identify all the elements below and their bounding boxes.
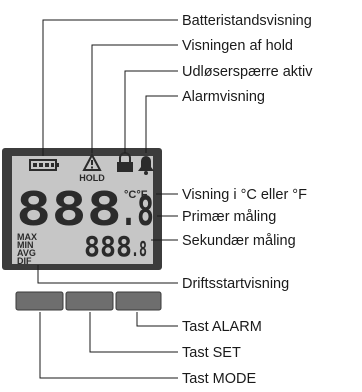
secondary-reading-decimal: .8 — [131, 237, 147, 261]
label-key-set: Tast SET — [182, 345, 241, 361]
label-alarm: Alarmvisning — [182, 89, 265, 105]
label-battery: Batteristandsvisning — [182, 13, 312, 29]
primary-reading-decimal: .8 — [120, 189, 154, 235]
label-trigger-lock: Udløserspærre aktiv — [182, 64, 313, 80]
mode-key[interactable] — [15, 291, 64, 311]
label-secondary: Sekundær måling — [182, 233, 296, 249]
label-unit: Visning i °C eller °F — [182, 187, 307, 203]
label-key-mode: Tast MODE — [182, 371, 256, 387]
set-key[interactable] — [65, 291, 114, 311]
label-mode: Driftsstartvisning — [182, 276, 289, 292]
secondary-reading-digits: 888 — [84, 230, 132, 263]
label-key-alarm: Tast ALARM — [182, 319, 262, 335]
label-hold: Visningen af hold — [182, 38, 293, 54]
thermometer-display-diagram: HOLD °C°F 888 .8 MAX MIN AVG DIF 888 .8 — [2, 13, 313, 387]
primary-reading-digits: 888 — [16, 182, 122, 236]
mode-dif: DIF — [17, 256, 32, 266]
alarm-key[interactable] — [115, 291, 162, 311]
label-primary: Primær måling — [182, 209, 276, 225]
